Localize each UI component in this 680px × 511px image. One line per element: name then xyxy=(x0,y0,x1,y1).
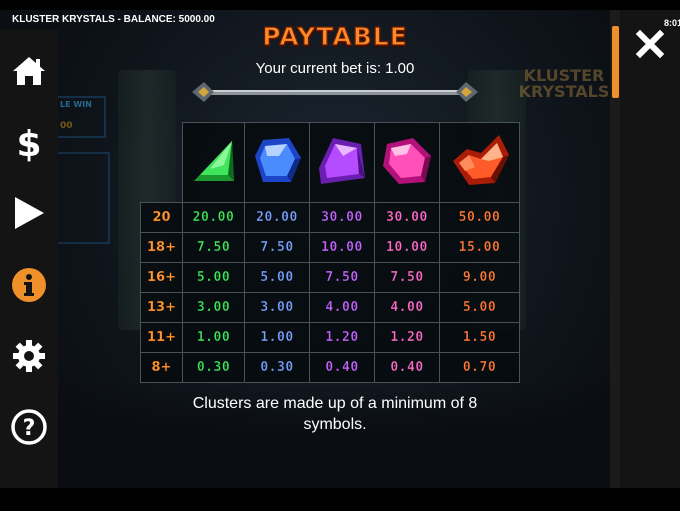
pink-gem-icon xyxy=(383,137,431,184)
blue-gem-icon xyxy=(255,137,301,182)
payout-value-green-gem: 5.00 xyxy=(182,262,245,293)
payout-value-blue-gem: 7.50 xyxy=(244,232,310,263)
green-gem-icon xyxy=(193,140,234,181)
symbol-pink-gem xyxy=(374,122,440,203)
payout-row: 16+ 5.00 5.00 7.50 7.50 9.00 xyxy=(140,262,520,293)
game-screen: KLUSTER KRYSTALS LE WIN 00 KLUSTER KRYST… xyxy=(0,0,680,511)
payout-value-blue-gem: 5.00 xyxy=(244,262,310,293)
payout-value-red-gem: 1.50 xyxy=(439,322,520,353)
payout-value-pink-gem: 30.00 xyxy=(374,202,440,233)
gear-icon xyxy=(13,340,45,372)
table-corner xyxy=(141,123,183,203)
payout-value-blue-gem: 1.00 xyxy=(244,322,310,353)
payout-value-green-gem: 20.00 xyxy=(182,202,245,233)
paytable-title: PAYTABLE xyxy=(262,21,408,51)
cluster-size-label: 16+ xyxy=(140,262,183,293)
payout-row: 8+ 0.30 0.30 0.40 0.40 0.70 xyxy=(140,352,520,383)
background-win-value: 00 xyxy=(60,121,73,131)
payout-value-red-gem: 15.00 xyxy=(439,232,520,263)
payout-value-purple-gem: 1.20 xyxy=(309,322,375,353)
decorative-divider xyxy=(192,82,478,102)
red-gem-icon xyxy=(452,134,509,185)
payout-value-green-gem: 7.50 xyxy=(182,232,245,263)
payout-value-red-gem: 0.70 xyxy=(439,352,520,383)
payout-value-pink-gem: 1.20 xyxy=(374,322,440,353)
background-logo: KLUSTER KRYSTALS xyxy=(518,66,610,101)
info-icon xyxy=(12,268,46,302)
payout-value-pink-gem: 7.50 xyxy=(374,262,440,293)
top-border xyxy=(0,0,680,10)
sidebar-item-home[interactable] xyxy=(8,50,50,92)
payout-value-pink-gem: 10.00 xyxy=(374,232,440,263)
sidebar: $ ? xyxy=(0,30,58,488)
cluster-size-label: 13+ xyxy=(140,292,183,323)
payout-value-purple-gem: 0.40 xyxy=(309,352,375,383)
cluster-size-label: 8+ xyxy=(140,352,183,383)
payout-value-green-gem: 0.30 xyxy=(182,352,245,383)
payout-value-purple-gem: 7.50 xyxy=(309,262,375,293)
close-panel: 8:01 xyxy=(620,10,680,488)
payout-value-pink-gem: 0.40 xyxy=(374,352,440,383)
symbol-green-gem xyxy=(182,122,245,203)
payout-value-blue-gem: 0.30 xyxy=(244,352,310,383)
svg-text:$: $ xyxy=(16,124,41,163)
payout-value-purple-gem: 30.00 xyxy=(309,202,375,233)
payout-value-green-gem: 3.00 xyxy=(182,292,245,323)
current-bet-text: Your current bet is: 1.00 xyxy=(255,60,415,77)
payout-row: 18+ 7.50 7.50 10.00 10.00 15.00 xyxy=(140,232,520,263)
payout-value-pink-gem: 4.00 xyxy=(374,292,440,323)
close-button[interactable] xyxy=(630,24,670,64)
question-icon: ? xyxy=(11,409,47,445)
sidebar-item-info[interactable] xyxy=(8,264,50,306)
home-icon xyxy=(13,57,45,85)
play-icon xyxy=(15,197,44,229)
sidebar-item-play[interactable] xyxy=(8,192,50,234)
game-title-balance: KLUSTER KRYSTALS - BALANCE: 5000.00 xyxy=(12,14,215,25)
payout-value-red-gem: 50.00 xyxy=(439,202,520,233)
payout-value-red-gem: 5.00 xyxy=(439,292,520,323)
close-icon xyxy=(635,29,665,59)
sidebar-item-settings[interactable] xyxy=(8,335,50,377)
background-win-label: LE WIN xyxy=(60,100,92,109)
payout-value-red-gem: 9.00 xyxy=(439,262,520,293)
purple-gem-icon xyxy=(319,137,365,184)
payout-row: 11+ 1.00 1.00 1.20 1.20 1.50 xyxy=(140,322,520,353)
symbol-header-row xyxy=(141,122,520,203)
cluster-size-label: 11+ xyxy=(140,322,183,353)
sidebar-item-help[interactable]: ? xyxy=(8,406,50,448)
symbol-red-gem xyxy=(439,122,520,203)
bottom-border xyxy=(0,488,680,511)
payout-value-green-gem: 1.00 xyxy=(182,322,245,353)
background-side-panel xyxy=(58,152,110,244)
sidebar-item-bet[interactable]: $ xyxy=(8,122,50,164)
payout-value-purple-gem: 4.00 xyxy=(309,292,375,323)
cluster-size-label: 18+ xyxy=(140,232,183,263)
payout-row: 13+ 3.00 3.00 4.00 4.00 5.00 xyxy=(140,292,520,323)
paytable-grid: 20 20.00 20.00 30.00 30.00 50.00 18+ 7.50 7.50 10… xyxy=(140,122,520,383)
cluster-size-label: 20 xyxy=(140,202,183,233)
symbol-blue-gem xyxy=(244,122,310,203)
payout-value-blue-gem: 3.00 xyxy=(244,292,310,323)
symbol-purple-gem xyxy=(309,122,375,203)
payout-value-blue-gem: 20.00 xyxy=(244,202,310,233)
dollar-icon: $ xyxy=(16,124,41,163)
payout-value-purple-gem: 10.00 xyxy=(309,232,375,263)
svg-text:?: ? xyxy=(23,416,36,441)
cluster-rule-text: Clusters are made up of a minimum of 8 s… xyxy=(192,395,478,433)
payout-row: 20 20.00 20.00 30.00 30.00 50.00 xyxy=(140,202,520,233)
scrollbar-thumb[interactable] xyxy=(612,26,619,98)
